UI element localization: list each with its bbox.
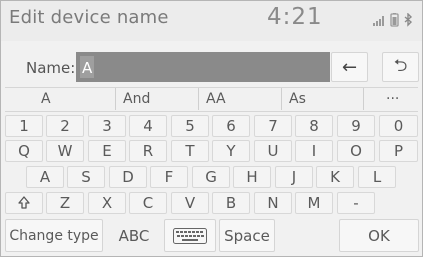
page-title: Edit device name: [9, 7, 169, 28]
key-9[interactable]: 9: [337, 115, 375, 137]
key-4[interactable]: 4: [129, 115, 167, 137]
signal-icon: [373, 16, 384, 26]
key-6[interactable]: 6: [212, 115, 250, 137]
key-1[interactable]: 1: [5, 115, 43, 137]
ok-button[interactable]: OK: [339, 219, 419, 252]
header-bar: Edit device name 4:21: [1, 1, 422, 41]
suggestion-4[interactable]: As: [283, 88, 361, 110]
backspace-button[interactable]: ←: [331, 52, 368, 82]
key-t[interactable]: T: [171, 140, 209, 162]
suggestion-3[interactable]: AA: [200, 88, 278, 110]
return-icon: ⮌: [393, 55, 408, 76]
suggestion-divider: [363, 88, 364, 110]
key-d[interactable]: D: [109, 166, 147, 188]
key-b[interactable]: B: [212, 192, 250, 214]
key-3[interactable]: 3: [88, 115, 126, 137]
key-y[interactable]: Y: [212, 140, 250, 162]
battery-icon: [390, 13, 399, 27]
key-g[interactable]: G: [192, 166, 230, 188]
key-x[interactable]: X: [88, 192, 126, 214]
key-n[interactable]: N: [254, 192, 292, 214]
key-u[interactable]: U: [254, 140, 292, 162]
more-suggestions-button[interactable]: ···: [382, 88, 418, 110]
key-k[interactable]: K: [316, 166, 354, 188]
backspace-icon: ←: [341, 56, 358, 78]
shift-icon: [18, 196, 30, 209]
keyboard-icon: [173, 227, 207, 244]
key-hyphen[interactable]: -: [337, 192, 375, 214]
key-s[interactable]: S: [67, 166, 105, 188]
key-l[interactable]: L: [358, 166, 396, 188]
return-button[interactable]: ⮌: [382, 52, 419, 82]
status-icons: [373, 13, 415, 27]
change-type-button[interactable]: Change type: [5, 219, 103, 252]
space-button[interactable]: Space: [219, 219, 275, 252]
suggestion-bottom-divider: [5, 111, 418, 112]
key-z[interactable]: Z: [46, 192, 84, 214]
name-value: A: [82, 59, 93, 77]
key-w[interactable]: W: [46, 140, 84, 162]
abc-mode-button[interactable]: ABC: [106, 219, 162, 252]
key-c[interactable]: C: [129, 192, 167, 214]
suggestion-2[interactable]: And: [117, 88, 195, 110]
key-m[interactable]: M: [295, 192, 333, 214]
key-7[interactable]: 7: [254, 115, 292, 137]
key-2[interactable]: 2: [46, 115, 84, 137]
suggestion-1[interactable]: A: [35, 88, 113, 110]
key-0[interactable]: 0: [379, 115, 418, 137]
suggestion-divider: [281, 88, 282, 110]
key-r[interactable]: R: [129, 140, 167, 162]
name-input[interactable]: [76, 52, 330, 82]
key-8[interactable]: 8: [295, 115, 333, 137]
key-a[interactable]: A: [26, 166, 64, 188]
key-j[interactable]: J: [275, 166, 313, 188]
suggestion-divider: [115, 88, 116, 110]
clock: 4:21: [267, 4, 323, 30]
name-label: Name:: [26, 59, 76, 77]
key-q[interactable]: Q: [5, 140, 43, 162]
shift-button[interactable]: [5, 192, 43, 214]
suggestion-divider: [198, 88, 199, 110]
bluetooth-icon: [404, 13, 413, 27]
key-h[interactable]: H: [233, 166, 271, 188]
key-i[interactable]: I: [295, 140, 333, 162]
key-o[interactable]: O: [337, 140, 375, 162]
edit-device-name-screen: Edit device name 4:21 Name: A ← ⮌ A And …: [0, 0, 423, 257]
key-v[interactable]: V: [171, 192, 209, 214]
key-f[interactable]: F: [150, 166, 188, 188]
key-p[interactable]: P: [379, 140, 418, 162]
key-e[interactable]: E: [88, 140, 126, 162]
keyboard-layout-button[interactable]: [164, 219, 216, 252]
key-5[interactable]: 5: [171, 115, 209, 137]
